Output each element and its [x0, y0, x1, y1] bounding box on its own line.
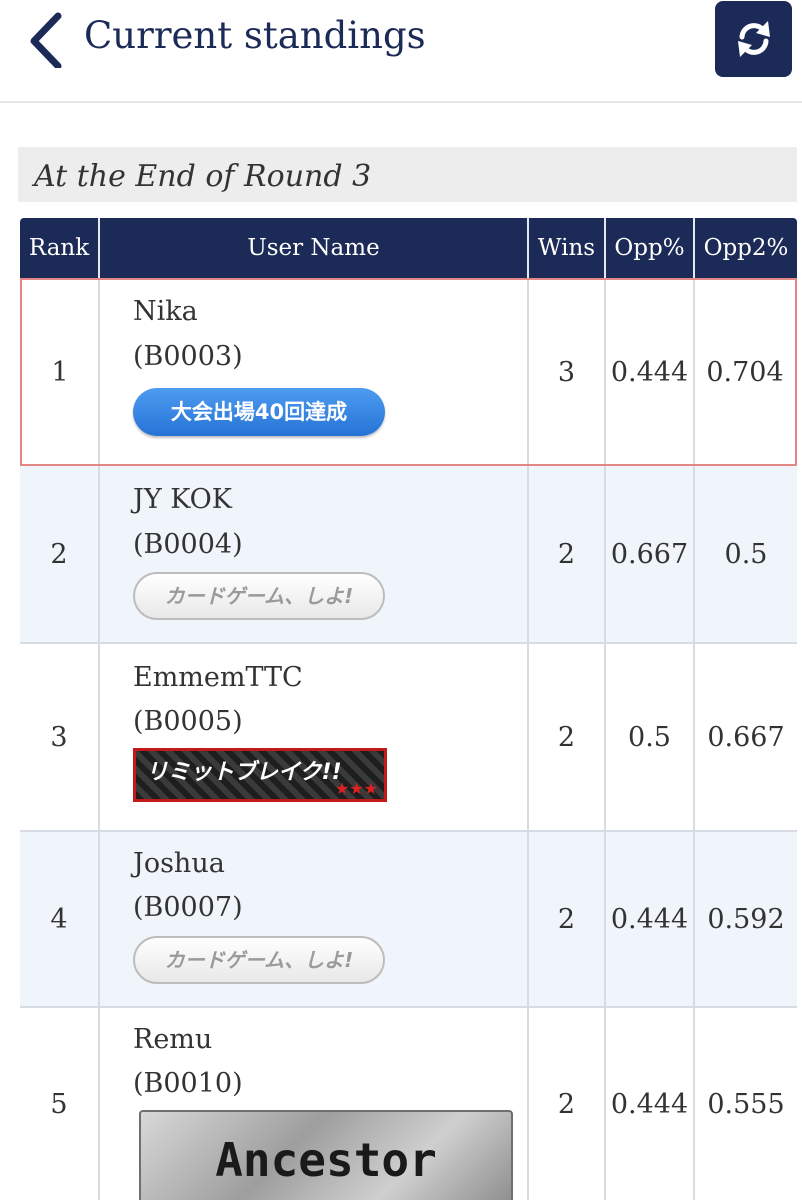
title-badge: カードゲーム、しよ!	[133, 936, 385, 984]
column-header-opp: Opp%	[606, 218, 695, 278]
user-cell: Joshua (B0007) カードゲーム、しよ!	[100, 832, 529, 1006]
user-cell: Nika (B0003) 大会出場40回達成	[100, 280, 529, 464]
opp2-cell: 0.592	[707, 903, 785, 935]
user-name: JY KOK	[133, 484, 232, 515]
opp2-cell: 0.704	[706, 356, 784, 388]
stars-icon: ★★★	[334, 779, 378, 798]
title-badge: Ancestor	[139, 1110, 513, 1200]
wins-cell: 2	[529, 1008, 606, 1200]
opp-cell: 0.667	[606, 466, 695, 642]
user-id: (B0004)	[133, 529, 243, 560]
user-cell: EmmemTTC (B0005) リミットブレイク!! ★★★	[100, 644, 529, 830]
column-header-wins: Wins	[529, 218, 606, 278]
app-header: Current standings	[0, 0, 802, 103]
wins-cell: 2	[529, 466, 606, 642]
wins-cell: 2	[529, 644, 606, 830]
round-title: At the End of Round 3	[34, 159, 372, 194]
table-header: Rank User Name Wins Opp% Opp2%	[20, 218, 797, 278]
table-row[interactable]: 5 Remu (B0010) Ancestor 2 0.444 0.555	[20, 1008, 797, 1200]
chevron-left-icon	[30, 12, 62, 70]
user-id: (B0007)	[133, 892, 243, 923]
round-heading-bar: At the End of Round 3	[18, 147, 797, 202]
rank-cell: 1	[22, 280, 100, 464]
opp-cell: 0.444	[606, 280, 695, 464]
user-id: (B0005)	[133, 706, 243, 737]
column-header-user-name: User Name	[100, 218, 529, 278]
column-header-opp2: Opp2%	[703, 235, 789, 261]
user-name: Nika	[133, 296, 198, 327]
page-title: Current standings	[84, 14, 426, 57]
title-badge-label: リミットブレイク!!	[146, 760, 342, 785]
opp2-cell: 0.5	[724, 538, 768, 570]
title-badge: カードゲーム、しよ!	[133, 572, 385, 620]
user-id: (B0010)	[133, 1068, 243, 1099]
user-id: (B0003)	[133, 341, 243, 372]
rank-cell: 2	[20, 466, 100, 642]
user-cell: Remu (B0010) Ancestor	[100, 1008, 529, 1200]
table-row[interactable]: 3 EmmemTTC (B0005) リミットブレイク!! ★★★ 2 0.5 …	[20, 644, 797, 832]
rank-cell: 5	[20, 1008, 100, 1200]
opp-cell: 0.5	[606, 644, 695, 830]
opp2-cell: 0.555	[707, 1088, 785, 1120]
title-badge: リミットブレイク!! ★★★	[133, 748, 387, 802]
table-row[interactable]: 1 Nika (B0003) 大会出場40回達成 3 0.444 0.704	[20, 278, 797, 466]
opp2-cell: 0.667	[707, 721, 785, 753]
opp-cell: 0.444	[606, 1008, 695, 1200]
wins-cell: 3	[529, 280, 606, 464]
user-cell: JY KOK (B0004) カードゲーム、しよ!	[100, 466, 529, 642]
wins-cell: 2	[529, 832, 606, 1006]
user-name: Remu	[133, 1024, 213, 1055]
title-badge: 大会出場40回達成	[133, 388, 385, 436]
rank-cell: 3	[20, 644, 100, 830]
column-header-rank: Rank	[20, 218, 100, 278]
rank-cell: 4	[20, 832, 100, 1006]
user-name: EmmemTTC	[133, 662, 303, 693]
user-name: Joshua	[133, 848, 225, 879]
refresh-icon	[737, 21, 770, 57]
opp-cell: 0.444	[606, 832, 695, 1006]
table-row[interactable]: 2 JY KOK (B0004) カードゲーム、しよ! 2 0.667 0.5	[20, 466, 797, 644]
back-button[interactable]	[22, 8, 72, 70]
refresh-button[interactable]	[715, 1, 792, 77]
table-row[interactable]: 4 Joshua (B0007) カードゲーム、しよ! 2 0.444 0.59…	[20, 832, 797, 1008]
